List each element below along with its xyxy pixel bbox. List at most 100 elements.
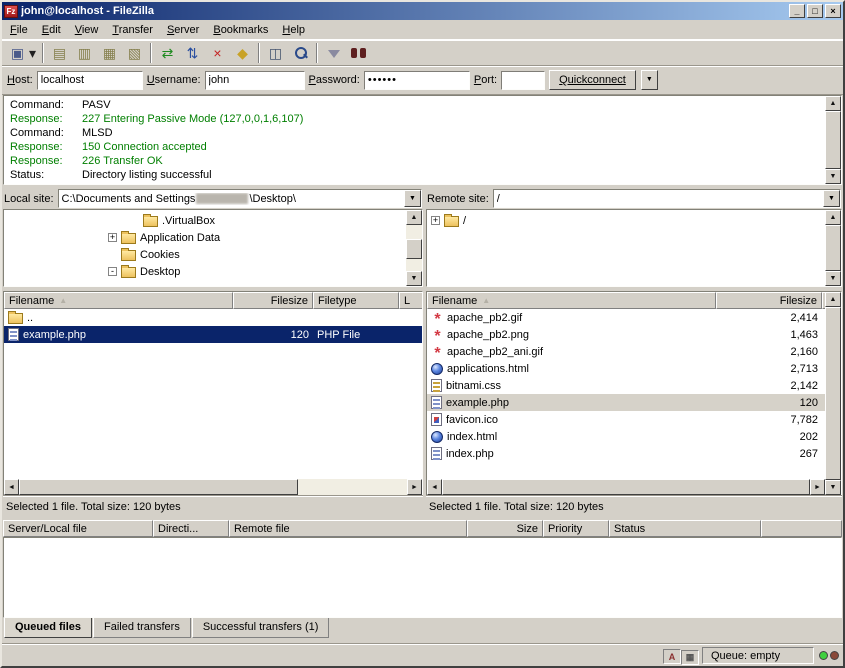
toggle-remote-tree-button[interactable]: ▦ <box>97 42 122 64</box>
directory-comparison-button[interactable]: ◫ <box>263 42 288 64</box>
remote-list-scrollbar-left-icon[interactable]: ◄ <box>427 479 442 495</box>
log-scrollbar-track[interactable] <box>825 111 841 169</box>
remote-file-row[interactable]: *apache_pb2.gif2,414 <box>427 309 825 326</box>
toggle-local-tree-button[interactable]: ▥ <box>72 42 97 64</box>
local-column-header-filename[interactable]: Filename▲ <box>4 292 233 309</box>
menu-item-transfer[interactable]: Transfer <box>105 21 160 39</box>
local-tree-item[interactable]: Cookies <box>4 246 406 263</box>
local-column-header-filetype[interactable]: Filetype <box>313 292 399 309</box>
remote-tree-scrollbar-up-icon[interactable]: ▲ <box>825 210 841 225</box>
tab-failed-transfers[interactable]: Failed transfers <box>93 618 191 638</box>
remote-site-combo[interactable]: / ▼ <box>493 189 841 208</box>
tab-queued-files[interactable]: Queued files <box>4 618 92 638</box>
username-input[interactable] <box>205 71 305 90</box>
local-tree-item[interactable]: +Application Data <box>4 229 406 246</box>
local-tree-scrollbar-up-icon[interactable]: ▲ <box>406 210 422 225</box>
queue-column-header-server-local-file[interactable]: Server/Local file <box>3 520 153 537</box>
remote-file-row[interactable]: index.html202 <box>427 428 825 445</box>
queue-body <box>3 537 842 618</box>
log-scrollbar[interactable]: ▲▼ <box>825 96 841 184</box>
queue-column-header-remote-file[interactable]: Remote file <box>229 520 467 537</box>
local-file-row[interactable]: example.php120PHP File <box>4 326 422 343</box>
remote-file-row[interactable]: favicon.ico7,782 <box>427 411 825 428</box>
remote-list-hscrollbar[interactable]: ◄► <box>427 479 825 495</box>
local-site-dropdown-icon[interactable]: ▼ <box>404 190 421 207</box>
remote-tree-scrollbar[interactable]: ▲▼ <box>825 210 841 286</box>
toggle-log-button[interactable]: ▤ <box>47 42 72 64</box>
remote-file-row[interactable]: index.php267 <box>427 445 825 462</box>
local-file-row[interactable]: .. <box>4 309 422 326</box>
local-tree-scrollbar-thumb[interactable] <box>406 239 422 260</box>
tree-expander-icon[interactable]: + <box>431 216 440 225</box>
remote-column-header-filename[interactable]: Filename▲ <box>427 292 716 309</box>
queue-column-header-status[interactable]: Status <box>609 520 761 537</box>
remote-list-scrollbar-thumb[interactable] <box>825 307 841 480</box>
remote-list-scrollbar-track[interactable] <box>825 307 841 480</box>
toggle-queue-button[interactable]: ▧ <box>122 42 147 64</box>
tab-successful-transfers-1[interactable]: Successful transfers (1) <box>192 618 330 638</box>
tree-expander-icon[interactable]: + <box>108 233 117 242</box>
remote-list-scrollbar-up-icon[interactable]: ▲ <box>825 292 841 307</box>
remote-file-row[interactable]: example.php120 <box>427 394 825 411</box>
minimize-button[interactable]: _ <box>789 4 805 18</box>
title-bar[interactable]: Fz john@localhost - FileZilla _ □ × <box>2 2 843 20</box>
maximize-button[interactable]: □ <box>807 4 823 18</box>
remote-tree-scrollbar-track[interactable] <box>825 225 841 271</box>
local-tree-item[interactable]: -Desktop <box>4 263 406 280</box>
toolbar-separator <box>316 43 318 63</box>
menu-item-view[interactable]: View <box>68 21 106 39</box>
remote-list-scrollbar-thumb[interactable] <box>442 479 810 495</box>
queue-column-header-size[interactable]: Size <box>467 520 543 537</box>
remote-file-row[interactable]: applications.html2,713 <box>427 360 825 377</box>
site-manager-dropdown[interactable]: ▾ <box>26 42 39 64</box>
remote-list-scrollbar-down-icon[interactable]: ▼ <box>825 480 841 495</box>
remote-site-dropdown-icon[interactable]: ▼ <box>823 190 840 207</box>
local-tree-scrollbar-track[interactable] <box>406 225 422 271</box>
disconnect-button[interactable]: ◆ <box>230 42 255 64</box>
local-site-combo[interactable]: C:\Documents and Settings\Desktop\ ▼ <box>58 189 422 208</box>
search-button[interactable] <box>288 42 313 64</box>
filter-button[interactable] <box>321 42 346 64</box>
host-input[interactable] <box>37 71 143 90</box>
local-column-header-l[interactable]: L <box>399 292 422 309</box>
menu-item-help[interactable]: Help <box>275 21 312 39</box>
local-tree-item[interactable]: .VirtualBox <box>4 212 406 229</box>
remote-column-header-filesize[interactable]: Filesize <box>716 292 822 309</box>
local-tree-scrollbar-down-icon[interactable]: ▼ <box>406 271 422 286</box>
log-scrollbar-up-icon[interactable]: ▲ <box>825 96 841 111</box>
remote-tree-scrollbar-thumb[interactable] <box>825 225 841 271</box>
remote-file-row[interactable]: bitnami.css2,142 <box>427 377 825 394</box>
remote-file-row[interactable]: *apache_pb2.png1,463 <box>427 326 825 343</box>
close-button[interactable]: × <box>825 4 841 18</box>
find-files-button[interactable] <box>346 42 371 64</box>
local-list-scrollbar-left-icon[interactable]: ◄ <box>4 479 19 495</box>
remote-tree-scrollbar-down-icon[interactable]: ▼ <box>825 271 841 286</box>
refresh-button[interactable]: ⇄ <box>155 42 180 64</box>
process-queue-button[interactable]: ⇅ <box>180 42 205 64</box>
cancel-button[interactable]: × <box>205 42 230 64</box>
local-list-scrollbar-thumb[interactable] <box>19 479 298 495</box>
remote-file-row[interactable]: *apache_pb2_ani.gif2,160 <box>427 343 825 360</box>
port-input[interactable] <box>501 71 545 90</box>
log-scrollbar-down-icon[interactable]: ▼ <box>825 169 841 184</box>
queue-column-header-priority[interactable]: Priority <box>543 520 609 537</box>
local-list-scrollbar-track[interactable] <box>19 479 407 495</box>
local-tree-scrollbar[interactable]: ▲▼ <box>406 210 422 286</box>
quickconnect-button[interactable]: Quickconnect <box>549 70 636 90</box>
menu-item-bookmarks[interactable]: Bookmarks <box>206 21 275 39</box>
menu-item-edit[interactable]: Edit <box>35 21 68 39</box>
remote-tree-item[interactable]: +/ <box>427 212 825 229</box>
quickconnect-dropdown[interactable]: ▼ <box>641 70 658 90</box>
local-column-header-filesize[interactable]: Filesize <box>233 292 313 309</box>
remote-list-vscrollbar[interactable]: ▲▼ <box>825 292 841 495</box>
local-list-hscrollbar[interactable]: ◄► <box>4 479 422 495</box>
password-input[interactable] <box>364 71 470 90</box>
local-list-scrollbar-right-icon[interactable]: ► <box>407 479 422 495</box>
log-scrollbar-thumb[interactable] <box>825 111 841 169</box>
remote-list-scrollbar-right-icon[interactable]: ► <box>810 479 825 495</box>
queue-column-header-directi[interactable]: Directi... <box>153 520 229 537</box>
menu-item-file[interactable]: File <box>3 21 35 39</box>
menu-item-server[interactable]: Server <box>160 21 206 39</box>
remote-list-scrollbar-track[interactable] <box>442 479 810 495</box>
tree-expander-icon[interactable]: - <box>108 267 117 276</box>
